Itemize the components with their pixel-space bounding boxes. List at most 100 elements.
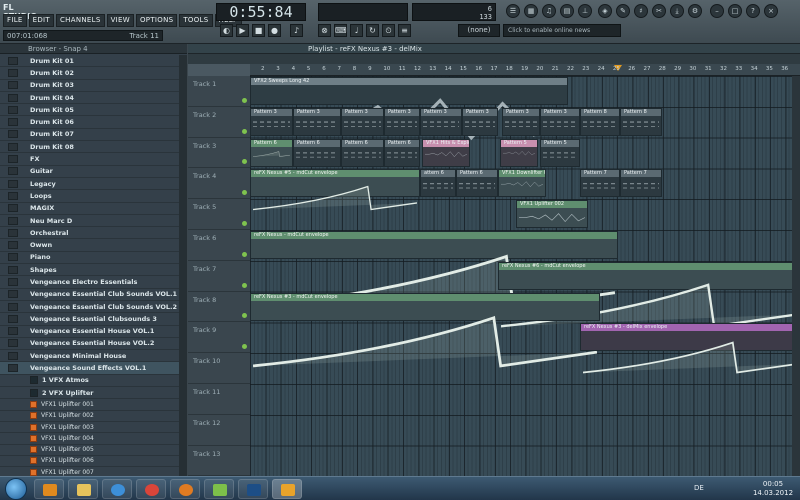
playlist-clip[interactable]: VFX1 Uplifter 002 xyxy=(516,200,588,229)
browser-folder[interactable]: Vengeance Minimal House xyxy=(0,350,187,363)
browser-folder[interactable]: Vengeance Essential House VOL.1 xyxy=(0,326,187,338)
play-button[interactable]: ▶ xyxy=(236,24,249,37)
language-indicator[interactable]: DE xyxy=(694,484,704,492)
browser-folder[interactable]: Loops xyxy=(0,190,187,203)
browser-folder[interactable]: Piano xyxy=(0,252,187,265)
taskbar-fl-studio[interactable] xyxy=(272,479,302,499)
start-button[interactable] xyxy=(5,478,27,500)
browser-file[interactable]: VFX1 Uplifter 003 xyxy=(0,422,187,434)
help-icon[interactable]: ? xyxy=(746,4,760,18)
browser-folder[interactable]: Guitar xyxy=(0,166,187,178)
playlist-clip[interactable]: reFX Nexus - mdCut envelope xyxy=(250,231,618,309)
track-mute-led-icon[interactable] xyxy=(242,251,247,257)
menu-file[interactable]: FILE xyxy=(3,14,27,27)
browser-file[interactable]: VFX1 Uplifter 002 xyxy=(0,411,187,422)
playlist-clip[interactable]: Pattern 6 xyxy=(384,138,420,167)
playlist-scrollbar[interactable] xyxy=(792,76,800,476)
browser-folder[interactable]: Drum Kit 04 xyxy=(0,92,187,105)
snap-select[interactable]: (none) xyxy=(458,24,500,37)
browser-folder[interactable]: Vengeance Essential Club Sounds VOL.2 xyxy=(0,301,187,314)
browser-folder[interactable]: Vengeance Essential Club Sounds VOL.1 xyxy=(0,289,187,301)
track-header[interactable]: Track 10 xyxy=(188,353,250,384)
browser-folder[interactable]: Legacy xyxy=(0,178,187,191)
step-sequencer-icon[interactable]: ▦ xyxy=(524,4,538,18)
playlist-clip[interactable]: Pattern 8 xyxy=(580,107,620,136)
track-mute-led-icon[interactable] xyxy=(242,313,247,319)
browser-file[interactable]: VFX1 Uplifter 005 xyxy=(0,445,187,456)
taskbar-photoshop[interactable] xyxy=(238,479,268,499)
audio-settings-icon[interactable]: ⚙ xyxy=(688,4,702,18)
menu-options[interactable]: OPTIONS xyxy=(135,14,178,27)
browser-folder[interactable]: Vengeance Sound Effects VOL.1 xyxy=(0,362,187,375)
playlist-clip[interactable]: Pattern 6 xyxy=(456,169,498,198)
tempo-tap-icon[interactable]: ♯ xyxy=(634,4,648,18)
project-icon[interactable]: ✎ xyxy=(616,4,630,18)
snap-magnet-icon[interactable]: ⊗ xyxy=(318,24,331,37)
browser-folder[interactable]: Neu Marc D xyxy=(0,215,187,228)
playlist-clip[interactable]: VFX2 Sweeps Long 42 xyxy=(250,77,568,141)
browser-folder[interactable]: Drum Kit 01 xyxy=(0,55,187,68)
browser-subfolder[interactable]: 2 VFX Uplifter xyxy=(0,387,187,400)
close-icon[interactable]: × xyxy=(764,4,778,18)
browser-folder[interactable]: Drum Kit 07 xyxy=(0,129,187,142)
playlist-clip[interactable]: Pattern 3 xyxy=(502,107,540,136)
browser-folder[interactable]: Drum Kit 02 xyxy=(0,67,187,80)
browser-folder[interactable]: Drum Kit 06 xyxy=(0,116,187,129)
browser-folder[interactable]: Drum Kit 05 xyxy=(0,104,187,117)
playlist-clip[interactable]: VFX1 Hits & Explod... xyxy=(422,138,470,167)
browser-file[interactable]: VFX1 Uplifter 001 xyxy=(0,399,187,411)
browser-folder[interactable]: Vengeance Electro Essentials xyxy=(0,276,187,289)
playlist-clip[interactable]: Pattern 3 xyxy=(384,107,420,136)
track-header[interactable]: Track 7 xyxy=(188,261,250,292)
track-header[interactable]: Track 3 xyxy=(188,138,250,169)
playlist-clip[interactable]: attern 6 xyxy=(420,169,456,198)
browser-file[interactable]: VFX1 Uplifter 006 xyxy=(0,456,187,468)
scissors-icon[interactable]: ✂ xyxy=(652,4,666,18)
track-mute-led-icon[interactable] xyxy=(242,220,247,226)
piano-roll-icon[interactable]: ♫ xyxy=(542,4,556,18)
mixer-icon[interactable]: ⊥ xyxy=(578,4,592,18)
taskbar-media-player[interactable] xyxy=(34,479,64,499)
browser-icon[interactable]: ▤ xyxy=(560,4,574,18)
menu-view[interactable]: VIEW xyxy=(106,14,134,27)
playlist-clip[interactable]: VFX1 Downlifter 0... xyxy=(498,169,546,198)
plugin-picker-icon[interactable]: ◈ xyxy=(598,4,612,18)
maximize-icon[interactable]: □ xyxy=(728,4,742,18)
browser-folder[interactable]: Drum Kit 03 xyxy=(0,80,187,92)
track-header[interactable]: Track 12 xyxy=(188,415,250,446)
playlist-clip[interactable]: Pattern 7 xyxy=(580,169,620,198)
taskbar-firefox[interactable] xyxy=(170,479,200,499)
browser-folder[interactable]: FX xyxy=(0,153,187,166)
browser-scrollbar[interactable] xyxy=(179,55,187,476)
track-mute-led-icon[interactable] xyxy=(242,190,247,196)
playlist-clip[interactable]: reFX Nexus #6 - mdCut envelope xyxy=(498,261,800,328)
playlist-view-icon[interactable]: ☰ xyxy=(506,4,520,18)
browser-folder[interactable]: Drum Kit 08 xyxy=(0,141,187,154)
track-header[interactable]: Track 6 xyxy=(188,230,250,261)
browser-subfolder[interactable]: 1 VFX Atmos xyxy=(0,375,187,388)
loop-record-icon[interactable]: ↻ xyxy=(366,24,379,37)
browser-folder[interactable]: Shapes xyxy=(0,264,187,277)
record-button[interactable]: ● xyxy=(268,24,281,37)
track-header[interactable]: Track 13 xyxy=(188,446,250,477)
metronome-icon[interactable]: ♩ xyxy=(350,24,363,37)
browser-folder[interactable]: Vengeance Essential Clubsounds 3 xyxy=(0,313,187,326)
typing-keyboard-icon[interactable]: ⌨ xyxy=(334,24,347,37)
playlist-clip[interactable]: reFX Nexus #5 - mdCut envelope xyxy=(250,169,420,211)
playlist-clip[interactable]: reFX Nexus #3 - delMix envelope xyxy=(580,323,800,374)
track-mute-led-icon[interactable] xyxy=(242,159,247,165)
stop-button[interactable]: ■ xyxy=(252,24,265,37)
taskbar-explorer[interactable] xyxy=(68,479,98,499)
playlist-title[interactable]: Playlist - reFX Nexus #3 - delMix xyxy=(188,44,800,54)
track-mute-led-icon[interactable] xyxy=(242,282,247,288)
playlist-clip[interactable]: Pattern 3 xyxy=(250,107,293,136)
track-header[interactable]: Track 8 xyxy=(188,292,250,323)
browser-folder[interactable]: Owwn xyxy=(0,239,187,252)
playlist-clip[interactable]: reFX Nexus #3 - mdCut envelope xyxy=(250,292,600,368)
browser-folder[interactable]: Vengeance Essential House VOL.2 xyxy=(0,338,187,351)
playlist-clip[interactable]: Pattern 5 xyxy=(540,138,580,167)
track-header[interactable]: Track 11 xyxy=(188,384,250,415)
track-header[interactable]: Track 1 xyxy=(188,76,250,107)
playlist-clip[interactable]: Pattern 5 xyxy=(500,138,538,167)
menu-edit[interactable]: EDIT xyxy=(28,14,54,27)
